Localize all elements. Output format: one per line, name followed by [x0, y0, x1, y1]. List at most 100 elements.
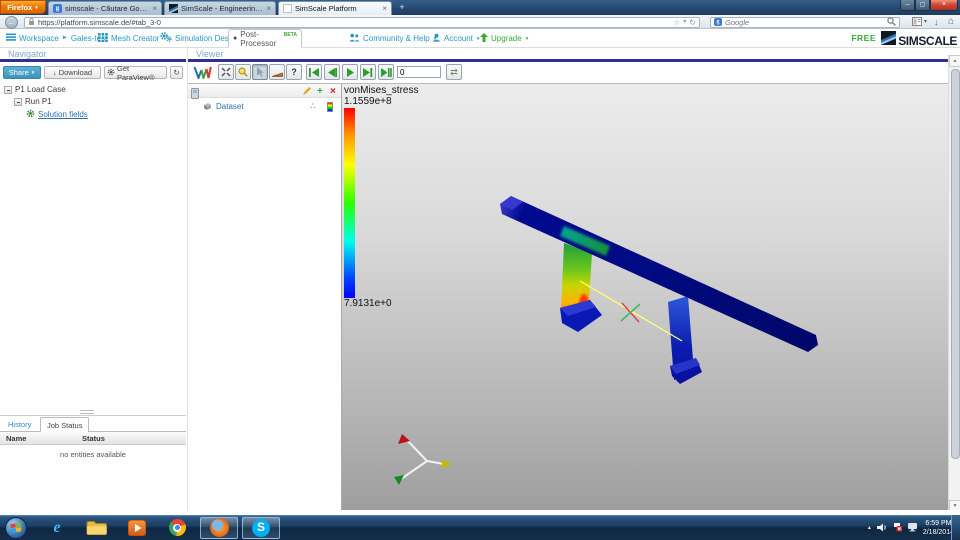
render-viewport[interactable]: vonMises_stress 1.1559e+8 7.9131e+0 — [342, 84, 948, 510]
nav-post-processor-active-tab[interactable]: ● Post-Processor BETA — [228, 29, 302, 48]
browser-tab-google[interactable]: g simscale - Căutare Google × — [48, 1, 162, 15]
splitter-grip[interactable] — [80, 410, 94, 414]
taskbar-wmp-icon[interactable] — [124, 517, 150, 538]
clock-date: 2/18/2014 — [922, 528, 954, 536]
tab-title: SimScale Platform — [295, 4, 357, 13]
frame-number-input[interactable] — [397, 66, 441, 78]
page-scrollbar[interactable]: ▲ ▼ — [948, 55, 960, 512]
points-representation-icon[interactable]: ∴ — [310, 101, 316, 112]
nav-upgrade[interactable]: Upgrade ▼ — [476, 29, 533, 47]
browser-tab-simscale-site[interactable]: SimScale - Engineering simulation in ...… — [164, 1, 276, 15]
taskbar-explorer-icon[interactable] — [84, 517, 110, 538]
bookmarks-panel-icon[interactable] — [912, 17, 922, 28]
post-processor-icon: ● — [233, 35, 238, 42]
show-desktop-button[interactable] — [951, 515, 960, 540]
window-maximize-button[interactable]: ▢ — [915, 0, 930, 11]
tab-close-icon[interactable]: × — [382, 4, 387, 13]
simscale-logo: SIMSCALE — [881, 31, 957, 50]
previous-frame-button[interactable] — [324, 64, 340, 80]
blank-favicon-icon — [283, 4, 292, 13]
people-icon — [349, 33, 360, 44]
reset-camera-button[interactable] — [218, 64, 234, 80]
dropdown-icon[interactable]: ▾ — [924, 17, 927, 27]
nav-mesh-creator[interactable]: Mesh Creator — [94, 29, 163, 47]
window-minimize-button[interactable]: ─ — [900, 0, 915, 11]
download-icon: ↓ — [52, 68, 57, 77]
dropdown-icon[interactable]: ▾ — [683, 18, 686, 27]
tree-node-run[interactable]: Run P1 — [14, 97, 52, 106]
gear-icon — [26, 109, 35, 120]
delete-icon[interactable]: × — [330, 86, 336, 97]
volume-icon[interactable] — [876, 519, 887, 537]
search-input[interactable] — [725, 17, 884, 27]
taskbar-chrome-icon[interactable] — [164, 517, 190, 538]
tray-expand-icon[interactable]: ▲ — [867, 525, 872, 531]
caret-down-icon: ▼ — [30, 70, 36, 75]
add-icon[interactable]: + — [317, 86, 323, 97]
firefox-menu-label: Firefox — [7, 2, 33, 12]
simscale-favicon-icon — [169, 4, 178, 14]
share-button[interactable]: Share ▼ — [3, 66, 41, 79]
downloads-icon[interactable]: ↓ — [934, 17, 939, 27]
new-tab-button[interactable]: + — [394, 2, 410, 14]
browser-tab-platform[interactable]: SimScale Platform × — [278, 1, 392, 15]
help-button[interactable]: ? — [286, 64, 302, 80]
pipeline-header: + × — [188, 84, 341, 99]
edit-pencil-icon[interactable] — [302, 86, 312, 99]
play-button[interactable] — [342, 64, 358, 80]
start-button[interactable] — [5, 516, 27, 539]
taskbar-firefox-active[interactable] — [200, 516, 238, 539]
chrome-glyph — [168, 519, 186, 536]
tree-node-solution-fields[interactable]: Solution fields — [26, 109, 88, 120]
upgrade-label: Upgrade — [491, 33, 522, 43]
back-button[interactable]: ← — [5, 15, 18, 29]
collapse-icon[interactable] — [14, 97, 22, 106]
tab-history[interactable]: History — [2, 417, 37, 432]
ruler-button[interactable] — [269, 64, 285, 80]
pipeline-item-dataset[interactable]: Dataset ∴ — [188, 99, 341, 114]
collapse-icon[interactable] — [4, 85, 12, 94]
search-engine-icon[interactable]: g — [714, 18, 722, 27]
taskbar-skype-active[interactable]: S — [242, 516, 280, 539]
next-frame-button[interactable] — [360, 64, 376, 80]
action-center-flag-icon[interactable] — [892, 519, 902, 537]
screen: Firefox ▼ g simscale - Căutare Google × … — [0, 0, 960, 540]
tree-node-label[interactable]: Run P1 — [25, 97, 52, 106]
scroll-up-icon[interactable]: ▲ — [949, 55, 960, 67]
get-paraview-button[interactable]: Get ParaView® — [104, 64, 167, 82]
loop-icon[interactable]: ⇄ — [446, 64, 462, 80]
colormap-icon[interactable] — [327, 101, 333, 112]
firefox-menu-button[interactable]: Firefox ▼ — [0, 0, 46, 14]
home-icon[interactable]: ⌂ — [948, 17, 954, 27]
tab-job-status[interactable]: Job Status — [40, 417, 90, 433]
refresh-button[interactable]: ↻ — [170, 66, 183, 79]
zoom-select-button[interactable] — [235, 64, 251, 80]
taskbar-ie-icon[interactable]: e — [44, 517, 70, 538]
reload-icon[interactable]: ↻ — [689, 18, 696, 27]
viewer-panel: ? ⇄ + × — [188, 62, 948, 510]
tree-node-label[interactable]: P1 Load Case — [15, 85, 66, 94]
window-close-button[interactable]: × — [930, 0, 958, 11]
tab-close-icon[interactable]: × — [266, 4, 271, 13]
nav-community-help[interactable]: Community & Help ▼ — [345, 29, 441, 47]
solution-fields-link[interactable]: Solution fields — [38, 110, 88, 119]
url-bar[interactable]: https://platform.simscale.de/#tab_3-0 ☆ … — [24, 16, 700, 28]
interaction-mode-button[interactable] — [252, 64, 268, 80]
caret-down-icon: ▼ — [34, 4, 39, 10]
network-icon[interactable] — [907, 519, 918, 537]
scrollbar-thumb[interactable] — [950, 69, 960, 459]
download-button[interactable]: ↓ Download — [44, 66, 101, 79]
account-label: Account — [444, 33, 473, 43]
search-box[interactable]: g — [710, 16, 900, 28]
tab-close-icon[interactable]: × — [152, 4, 157, 13]
first-frame-button[interactable] — [306, 64, 322, 80]
empty-message: no entities available — [60, 450, 126, 459]
bookmark-star-icon[interactable]: ☆ — [673, 18, 680, 27]
taskbar-clock[interactable]: 6:59 PM 2/18/2014 — [923, 519, 954, 537]
last-frame-button[interactable] — [378, 64, 394, 80]
dataset-label[interactable]: Dataset — [216, 102, 244, 111]
mesh-creator-label: Mesh Creator — [111, 33, 160, 43]
tree-node-load-case[interactable]: P1 Load Case — [4, 85, 66, 94]
beta-badge: BETA — [283, 31, 297, 38]
tab-title: simscale - Căutare Google — [65, 4, 150, 13]
